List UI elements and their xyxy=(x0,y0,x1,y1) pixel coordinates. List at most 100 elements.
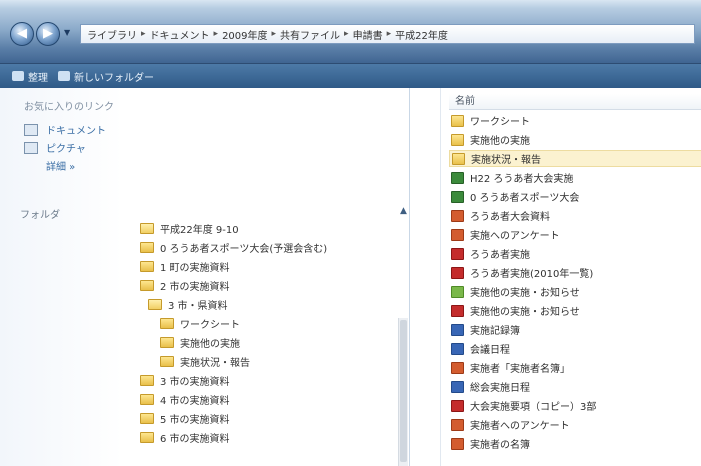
chevron-right-icon[interactable]: ▸ xyxy=(214,29,219,39)
file-list-item[interactable]: H22 ろうあ者大会実施 xyxy=(449,169,701,186)
breadcrumb-item[interactable]: 申請書 xyxy=(353,27,383,42)
file-list-item[interactable]: ろうあ者実施(2010年一覧) xyxy=(449,264,701,281)
forward-button[interactable]: ▶ xyxy=(36,22,60,46)
chevron-down-icon[interactable]: ▼ xyxy=(64,28,74,40)
file-name: 実施他の実施・お知らせ xyxy=(470,307,580,318)
pictures-icon xyxy=(24,141,38,154)
tree-item[interactable]: ワークシート xyxy=(160,316,240,331)
breadcrumb-item[interactable]: ドキュメント xyxy=(150,27,210,42)
file-name: 実施者へのアンケート xyxy=(470,421,570,432)
file-list-pane: 名前 ワークシート実施他の実施実施状況・報告 H22 ろうあ者大会実施 0 ろうあ者… xyxy=(440,88,701,466)
breadcrumb-item[interactable]: ライブラリ xyxy=(87,27,137,42)
folder-icon xyxy=(140,413,154,424)
new-folder-button[interactable]: 新しいフォルダー xyxy=(58,69,154,84)
file-list-item[interactable]: 会議日程 xyxy=(449,340,701,357)
file-list-item[interactable]: 実施他の実施・お知らせ xyxy=(449,302,701,319)
tree-item-label: 4 市の実施資料 xyxy=(160,396,230,407)
file-name: 会議日程 xyxy=(470,345,510,356)
tree-item[interactable]: 2 市の実施資料 xyxy=(140,278,230,293)
tree-item-label: 0 ろうあ者スポーツ大会(予選会含む) xyxy=(160,244,328,255)
file-list-item[interactable]: ろうあ者大会資料 xyxy=(449,207,701,224)
excel-file-icon xyxy=(451,190,464,203)
tree-item[interactable]: 3 市の実施資料 xyxy=(140,373,230,388)
file-name: 総会実施日程 xyxy=(470,383,530,394)
tree-item[interactable]: 4 市の実施資料 xyxy=(140,392,230,407)
file-list-item[interactable]: 実施へのアンケート xyxy=(449,226,701,243)
tree-item[interactable]: 1 町の実施資料 xyxy=(140,259,230,274)
file-list-item[interactable]: 総会実施日程 xyxy=(449,378,701,395)
file-list-item[interactable]: 0 ろうあ者スポーツ大会 xyxy=(449,188,701,205)
new-folder-icon xyxy=(58,71,70,81)
scrollbar-thumb[interactable] xyxy=(400,320,407,462)
file-list-item[interactable]: 実施他の実施・お知らせ xyxy=(449,283,701,300)
tree-item[interactable]: 3 市・県資料 xyxy=(148,297,228,312)
chevron-right-icon[interactable]: ▸ xyxy=(272,29,277,39)
tree-item[interactable]: 5 市の実施資料 xyxy=(140,411,230,426)
file-list-item[interactable]: 大会実施要項（コピー）3部 xyxy=(449,397,701,414)
file-list-item[interactable]: 実施者の名簿 xyxy=(449,435,701,452)
tree-item-label: 実施他の実施 xyxy=(180,339,240,350)
folder-icon xyxy=(451,133,464,146)
folder-icon xyxy=(140,375,154,386)
file-name: ワークシート xyxy=(470,117,530,128)
file-name: 実施他の実施・お知らせ xyxy=(470,288,580,299)
tree-item-label: ワークシート xyxy=(180,320,240,331)
address-bar: ◀ ▶ ▼ ライブラリ ▸ ドキュメント ▸ 2009年度 ▸ 共有ファイル ▸ 申請書 ▸ 平成2… xyxy=(0,0,701,64)
breadcrumb-item[interactable]: 平成22年度 xyxy=(395,27,448,42)
favorite-label: ドキュメント xyxy=(46,126,106,137)
back-button[interactable]: ◀ xyxy=(10,22,34,46)
folder-icon xyxy=(140,261,154,272)
file-list-item[interactable]: 実施者「実施者名簿」 xyxy=(449,359,701,376)
folder-icon xyxy=(140,280,154,291)
pdf-file-icon xyxy=(451,247,464,260)
file-list-item[interactable]: 実施他の実施 xyxy=(449,131,701,148)
word-file-icon xyxy=(451,380,464,393)
tree-item-label: 2 市の実施資料 xyxy=(160,282,230,293)
favorite-label: ピクチャ xyxy=(46,144,86,155)
name-column-header[interactable]: 名前 xyxy=(449,94,701,110)
favorite-documents[interactable]: ドキュメント xyxy=(24,122,106,137)
file-list-item[interactable]: 実施記録簿 xyxy=(449,321,701,338)
tree-item[interactable]: 6 市の実施資料 xyxy=(140,430,230,445)
arrow-right-icon: ▶ xyxy=(43,26,53,41)
tree-item-label: 3 市・県資料 xyxy=(168,301,228,312)
favorite-pictures[interactable]: ピクチャ xyxy=(24,140,86,155)
file-list-item[interactable]: 実施状況・報告 xyxy=(449,150,701,167)
chevron-right-icon[interactable]: ▸ xyxy=(141,29,146,39)
folder-icon xyxy=(452,152,465,165)
breadcrumb-item[interactable]: 共有ファイル xyxy=(280,27,340,42)
tree-item[interactable]: 実施状況・報告 xyxy=(160,354,250,369)
excel-file-icon xyxy=(451,171,464,184)
powerpoint-file-icon xyxy=(451,418,464,431)
tree-item-label: 5 市の実施資料 xyxy=(160,415,230,426)
image-file-icon xyxy=(451,285,464,298)
organize-icon xyxy=(12,71,24,81)
tree-item-label: 3 市の実施資料 xyxy=(160,377,230,388)
folder-icon xyxy=(140,242,154,253)
file-list-item[interactable]: ろうあ者実施 xyxy=(449,245,701,262)
folder-icon xyxy=(160,356,174,367)
chevron-right-icon[interactable]: ▸ xyxy=(344,29,349,39)
file-name: 実施へのアンケート xyxy=(470,231,560,242)
chevron-right-icon[interactable]: ▸ xyxy=(387,29,392,39)
folder-open-icon xyxy=(148,299,162,310)
file-name: H22 ろうあ者大会実施 xyxy=(470,174,574,185)
word-file-icon xyxy=(451,323,464,336)
file-name: 実施状況・報告 xyxy=(471,155,541,166)
pdf-file-icon xyxy=(451,304,464,317)
folders-header[interactable]: フォルダ xyxy=(20,206,60,221)
file-list-item[interactable]: 実施者へのアンケート xyxy=(449,416,701,433)
tree-item[interactable]: 0 ろうあ者スポーツ大会(予選会含む) xyxy=(140,240,327,255)
tree-item[interactable]: 実施他の実施 xyxy=(160,335,240,350)
breadcrumb[interactable]: ライブラリ ▸ ドキュメント ▸ 2009年度 ▸ 共有ファイル ▸ 申請書 ▸ 平成22年度 xyxy=(80,24,695,44)
file-name: 0 ろうあ者スポーツ大会 xyxy=(470,193,580,204)
breadcrumb-item[interactable]: 2009年度 xyxy=(222,27,267,42)
tree-item[interactable]: 平成22年度 9-10 xyxy=(140,221,239,236)
chevron-up-icon[interactable]: ▲ xyxy=(400,206,407,216)
powerpoint-file-icon xyxy=(451,361,464,374)
favorite-more[interactable]: 詳細 » xyxy=(46,158,75,173)
organize-button[interactable]: 整理 xyxy=(12,69,48,84)
file-name: 実施者の名簿 xyxy=(470,440,530,451)
file-list-item[interactable]: ワークシート xyxy=(449,112,701,129)
tree-item-label: 1 町の実施資料 xyxy=(160,263,230,274)
